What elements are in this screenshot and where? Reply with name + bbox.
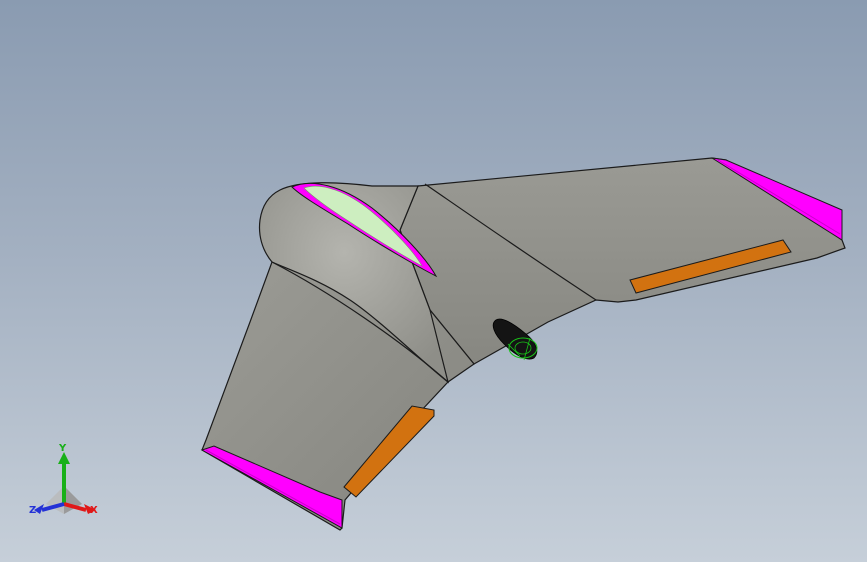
graphics-viewport[interactable]: Y X Z — [0, 0, 867, 562]
view-orientation-triad[interactable]: Y X Z — [26, 444, 106, 520]
y-axis-label: Y — [59, 443, 67, 454]
x-axis-label: X — [90, 505, 98, 516]
z-axis-label: Z — [29, 505, 37, 516]
flying-wing-model[interactable] — [0, 0, 867, 562]
